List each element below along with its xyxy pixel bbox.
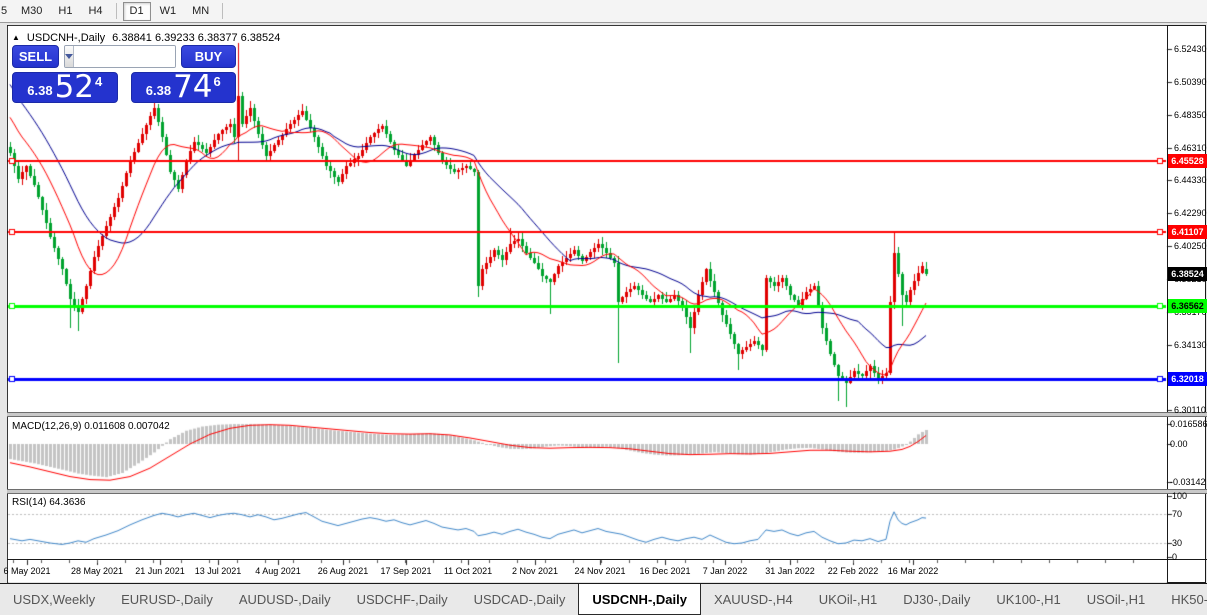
volume-stepper	[64, 45, 176, 68]
volume-input[interactable]	[74, 46, 175, 67]
buy-price-prefix: 6.38	[145, 83, 172, 98]
tab-audusd-daily[interactable]: AUDUSD-,Daily	[226, 584, 344, 615]
chart-ohlc-values: 6.38841 6.39233 6.38377 6.38524	[112, 31, 281, 44]
tab-xauusd-h4[interactable]: XAUUSD-,H4	[701, 584, 806, 615]
metatrader-window: 5M30H1H4D1W1MN ▲ USDCNH-,Daily 6.38841 6…	[0, 0, 1207, 615]
tab-ukoil-h1[interactable]: UKOil-,H1	[806, 584, 891, 615]
tab-usdcnh-daily[interactable]: USDCNH-,Daily	[578, 584, 701, 615]
tab-usdcad-daily[interactable]: USDCAD-,Daily	[461, 584, 579, 615]
buy-price-display[interactable]: 6.38 74 6	[130, 69, 236, 105]
sell-price-prefix: 6.38	[27, 83, 53, 98]
sell-price-pip: 4	[95, 74, 103, 89]
tab-dj30-daily[interactable]: DJ30-,Daily	[890, 584, 983, 615]
buy-price-pip: 6	[213, 74, 221, 89]
chevron-down-icon	[65, 54, 73, 59]
rsi-indicator-label: RSI(14) 64.3636	[12, 497, 86, 508]
rsi-pane-splitter[interactable]	[7, 489, 1207, 494]
sell-button[interactable]: SELL	[12, 45, 59, 68]
price-axis-divider	[1167, 25, 1168, 583]
tab-hk50-h1[interactable]: HK50-,H1	[1158, 584, 1207, 615]
buy-button[interactable]: BUY	[181, 45, 236, 68]
one-click-trading-panel: SELL BUY 6.38 52 4 6.38 74 6	[12, 45, 236, 103]
chart-title: ▲ USDCNH-,Daily 6.38841 6.39233 6.38377 …	[12, 31, 280, 44]
sell-price-digits: 52	[54, 69, 95, 105]
tab-eurusd-daily[interactable]: EURUSD-,Daily	[108, 584, 226, 615]
tab-usoil-h1[interactable]: USOil-,H1	[1074, 584, 1159, 615]
macd-indicator-label: MACD(12,26,9) 0.011608 0.007042	[12, 421, 170, 432]
date-axis-divider	[7, 559, 1207, 560]
collapse-chart-icon[interactable]: ▲	[12, 33, 20, 42]
tab-uk100-h1[interactable]: UK100-,H1	[983, 584, 1073, 615]
chart-tab-bar: USDX,Weekly EURUSD-,Daily AUDUSD-,Daily USD…	[0, 583, 1207, 615]
buy-price-digits: 74	[173, 69, 213, 105]
tab-usdchf-daily[interactable]: USDCHF-,Daily	[344, 584, 461, 615]
chart-symbol-label: USDCNH-,Daily	[26, 31, 106, 44]
macd-pane-splitter[interactable]	[7, 412, 1207, 417]
sell-price-display[interactable]: 6.38 52 4	[12, 72, 118, 103]
volume-decrease-button[interactable]	[65, 46, 74, 67]
tab-usdx-weekly[interactable]: USDX,Weekly	[0, 584, 108, 615]
